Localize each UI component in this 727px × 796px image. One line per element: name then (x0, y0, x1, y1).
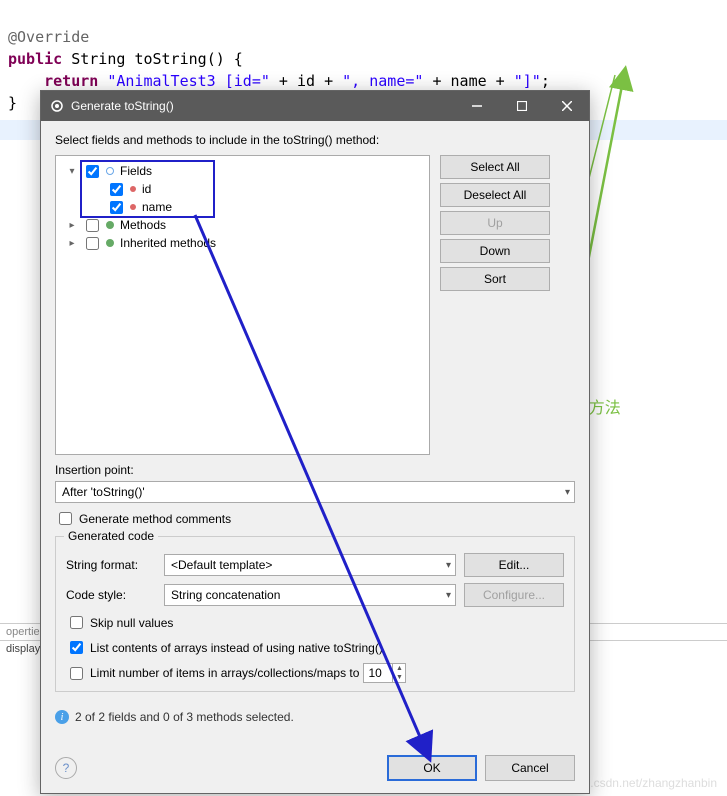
insertion-point-label: Insertion point: (55, 463, 575, 477)
tree-node-inherited[interactable]: Inherited methods (120, 236, 216, 250)
bullet-icon (106, 221, 114, 229)
expand-icon[interactable]: ▸ (66, 220, 78, 231)
eclipse-icon (49, 98, 65, 114)
insertion-point-combo[interactable]: After 'toString()' ▾ (55, 481, 575, 503)
fields-tree[interactable]: ▾ Fields id name ▸ (55, 155, 430, 455)
down-button[interactable]: Down (440, 239, 550, 263)
cancel-button[interactable]: Cancel (485, 755, 575, 781)
chevron-down-icon: ▾ (565, 487, 570, 498)
expand-icon[interactable]: ▸ (66, 238, 78, 249)
skip-null-label: Skip null values (90, 616, 173, 630)
sort-button[interactable]: Sort (440, 267, 550, 291)
skip-null-row[interactable]: Skip null values (66, 613, 564, 632)
list-arrays-checkbox[interactable] (70, 641, 83, 654)
info-icon: i (55, 710, 69, 724)
dialog-titlebar[interactable]: Generate toString() (41, 91, 589, 121)
chevron-down-icon: ▾ (446, 590, 451, 601)
generate-comments-row[interactable]: Generate method comments (55, 509, 575, 528)
tree-node-methods[interactable]: Methods (120, 218, 166, 232)
dialog-prompt: Select fields and methods to include in … (55, 133, 575, 147)
collapse-icon[interactable]: ▾ (66, 166, 78, 177)
status-text: 2 of 2 fields and 0 of 3 methods selecte… (75, 710, 294, 724)
up-button[interactable]: Up (440, 211, 550, 235)
string-format-label: String format: (66, 558, 156, 572)
maximize-button[interactable] (499, 91, 544, 121)
bullet-icon (106, 239, 114, 247)
limit-value[interactable]: 10 (364, 664, 392, 682)
dialog-title: Generate toString() (71, 99, 454, 113)
string-format-combo[interactable]: <Default template> ▾ (164, 554, 456, 576)
status-row: i 2 of 2 fields and 0 of 3 methods selec… (55, 710, 575, 724)
deselect-all-button[interactable]: Deselect All (440, 183, 550, 207)
limit-spinner[interactable]: 10 ▲▼ (363, 663, 406, 683)
spinner-down-icon[interactable]: ▼ (393, 673, 405, 682)
methods-checkbox[interactable] (86, 219, 99, 232)
edit-button[interactable]: Edit... (464, 553, 564, 577)
generated-code-group: Generated code String format: <Default t… (55, 536, 575, 692)
list-arrays-label: List contents of arrays instead of using… (90, 641, 383, 655)
generate-comments-label: Generate method comments (79, 512, 231, 526)
limit-label: Limit number of items in arrays/collecti… (90, 666, 359, 680)
code-style-combo[interactable]: String concatenation ▾ (164, 584, 456, 606)
fields-highlight-box (80, 160, 215, 218)
chevron-down-icon: ▾ (446, 560, 451, 571)
help-button[interactable]: ? (55, 757, 77, 779)
close-button[interactable] (544, 91, 589, 121)
code-style-value: String concatenation (171, 588, 280, 602)
insertion-point-value: After 'toString()' (62, 485, 145, 499)
code-style-label: Code style: (66, 588, 156, 602)
group-legend: Generated code (64, 529, 158, 543)
limit-checkbox[interactable] (70, 667, 83, 680)
list-arrays-row[interactable]: List contents of arrays instead of using… (66, 638, 564, 657)
generate-tostring-dialog: Generate toString() Select fields and me… (40, 90, 590, 794)
spinner-up-icon[interactable]: ▲ (393, 664, 405, 673)
configure-button[interactable]: Configure... (464, 583, 564, 607)
minimize-button[interactable] (454, 91, 499, 121)
skip-null-checkbox[interactable] (70, 616, 83, 629)
ok-button[interactable]: OK (387, 755, 477, 781)
limit-row[interactable]: Limit number of items in arrays/collecti… (66, 663, 564, 683)
string-format-value: <Default template> (171, 558, 272, 572)
select-all-button[interactable]: Select All (440, 155, 550, 179)
generate-comments-checkbox[interactable] (59, 512, 72, 525)
inherited-checkbox[interactable] (86, 237, 99, 250)
